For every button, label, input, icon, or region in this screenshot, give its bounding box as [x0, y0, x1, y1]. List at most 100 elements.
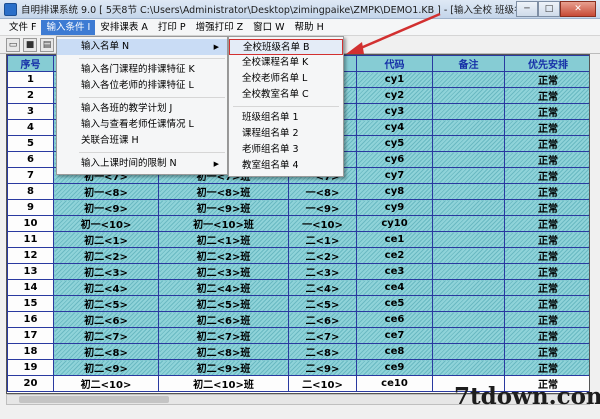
menu-enhanced-print[interactable]: 增强打印 Z	[191, 20, 249, 35]
cell-short-name[interactable]: 初二<10>	[53, 375, 159, 392]
cell-code[interactable]: cy4	[356, 119, 433, 136]
cell-priority[interactable]: 正常	[504, 263, 589, 280]
cell-priority[interactable]: 正常	[504, 359, 589, 376]
cell-note[interactable]	[432, 215, 505, 232]
cell-seq[interactable]: 5	[7, 135, 54, 152]
cell-abbrev[interactable]: 二<5>	[288, 295, 357, 312]
cell-seq[interactable]: 3	[7, 103, 54, 120]
cell-abbrev[interactable]: 二<2>	[288, 247, 357, 264]
cell-seq[interactable]: 7	[7, 167, 54, 184]
cell-abbrev[interactable]: 二<8>	[288, 343, 357, 360]
cell-seq[interactable]: 10	[7, 215, 54, 232]
cell-full-name[interactable]: 初一<9>班	[158, 199, 289, 216]
cell-full-name[interactable]: 初一<8>班	[158, 183, 289, 200]
cell-note[interactable]	[432, 199, 505, 216]
table-row[interactable]: 19 初二<9> 初二<9>班 二<9> ce9 正常	[7, 359, 589, 376]
cell-note[interactable]	[432, 71, 505, 88]
cell-code[interactable]: cy5	[356, 135, 433, 152]
cell-seq[interactable]: 15	[7, 295, 54, 312]
cell-priority[interactable]: 正常	[504, 183, 589, 200]
table-row[interactable]: 16 初二<6> 初二<6>班 二<6> ce6 正常	[7, 311, 589, 328]
cell-code[interactable]: ce8	[356, 343, 433, 360]
cell-note[interactable]	[432, 183, 505, 200]
cell-seq[interactable]: 13	[7, 263, 54, 280]
menu-file[interactable]: 文件 F	[4, 20, 41, 35]
cell-code[interactable]: cy2	[356, 87, 433, 104]
cell-note[interactable]	[432, 119, 505, 136]
menu-item-teacher-group-list[interactable]: 老师组名单 3	[229, 142, 343, 158]
cell-note[interactable]	[432, 343, 505, 360]
cell-seq[interactable]: 16	[7, 311, 54, 328]
maximize-button[interactable]: □	[538, 0, 560, 17]
menu-print[interactable]: 打印 P	[153, 20, 191, 35]
cell-priority[interactable]: 正常	[504, 119, 589, 136]
menu-item-school-course-list[interactable]: 全校课程名单 K	[229, 55, 343, 71]
table-row[interactable]: 9 初一<9> 初一<9>班 一<9> cy9 正常	[7, 199, 589, 216]
cell-code[interactable]: ce3	[356, 263, 433, 280]
cell-code[interactable]: ce2	[356, 247, 433, 264]
cell-priority[interactable]: 正常	[504, 87, 589, 104]
cell-full-name[interactable]: 初一<10>班	[158, 215, 289, 232]
cell-seq[interactable]: 9	[7, 199, 54, 216]
cell-note[interactable]	[432, 167, 505, 184]
cell-priority[interactable]: 正常	[504, 311, 589, 328]
table-row[interactable]: 13 初二<3> 初二<3>班 二<3> ce3 正常	[7, 263, 589, 280]
cell-abbrev[interactable]: 二<1>	[288, 231, 357, 248]
cell-full-name[interactable]: 初二<7>班	[158, 327, 289, 344]
cell-code[interactable]: cy6	[356, 151, 433, 168]
table-row[interactable]: 8 初一<8> 初一<8>班 一<8> cy8 正常	[7, 183, 589, 200]
minimize-button[interactable]: ─	[516, 0, 538, 17]
cell-short-name[interactable]: 初二<8>	[53, 343, 159, 360]
print-icon[interactable]: ▤	[40, 37, 54, 52]
table-row[interactable]: 12 初二<2> 初二<2>班 二<2> ce2 正常	[7, 247, 589, 264]
cell-note[interactable]	[432, 151, 505, 168]
cell-full-name[interactable]: 初二<10>班	[158, 375, 289, 392]
cell-abbrev[interactable]: 二<4>	[288, 279, 357, 296]
cell-abbrev[interactable]: 二<6>	[288, 311, 357, 328]
cell-full-name[interactable]: 初二<8>班	[158, 343, 289, 360]
cell-priority[interactable]: 正常	[504, 295, 589, 312]
cell-priority[interactable]: 正常	[504, 135, 589, 152]
cell-code[interactable]: cy1	[356, 71, 433, 88]
cell-short-name[interactable]: 初二<9>	[53, 359, 159, 376]
cell-seq[interactable]: 17	[7, 327, 54, 344]
cell-full-name[interactable]: 初二<6>班	[158, 311, 289, 328]
cell-priority[interactable]: 正常	[504, 103, 589, 120]
cell-abbrev[interactable]: 二<9>	[288, 359, 357, 376]
menu-item-classroom-group-list[interactable]: 教室组名单 4	[229, 158, 343, 174]
cell-short-name[interactable]: 初一<10>	[53, 215, 159, 232]
cell-priority[interactable]: 正常	[504, 167, 589, 184]
menu-item-input-list[interactable]: 输入名单 N ▶	[57, 39, 227, 55]
cell-priority[interactable]: 正常	[504, 343, 589, 360]
cell-abbrev[interactable]: 二<7>	[288, 327, 357, 344]
cell-seq[interactable]: 11	[7, 231, 54, 248]
header-code[interactable]: 代码	[356, 55, 433, 72]
cell-code[interactable]: cy9	[356, 199, 433, 216]
menu-item-teacher-assignments[interactable]: 输入与查看老师任课情况 L	[57, 117, 227, 133]
menu-item-course-features[interactable]: 输入各门课程的排课特征 K	[57, 62, 227, 78]
menu-input-conditions[interactable]: 输入条件 I	[41, 19, 96, 35]
cell-full-name[interactable]: 初二<9>班	[158, 359, 289, 376]
cell-short-name[interactable]: 初二<2>	[53, 247, 159, 264]
header-note[interactable]: 备注	[432, 55, 505, 72]
cell-code[interactable]: ce5	[356, 295, 433, 312]
cell-priority[interactable]: 正常	[504, 151, 589, 168]
cell-code[interactable]: cy10	[356, 215, 433, 232]
menu-item-school-class-list[interactable]: 全校班级名单 B	[229, 39, 343, 55]
table-row[interactable]: 11 初二<1> 初二<1>班 二<1> ce1 正常	[7, 231, 589, 248]
menu-item-class-group-list[interactable]: 班级组名单 1	[229, 110, 343, 126]
cell-note[interactable]	[432, 247, 505, 264]
cell-seq[interactable]: 4	[7, 119, 54, 136]
cell-seq[interactable]: 1	[7, 71, 54, 88]
cell-priority[interactable]: 正常	[504, 231, 589, 248]
cell-short-name[interactable]: 初二<6>	[53, 311, 159, 328]
table-row[interactable]: 10 初一<10> 初一<10>班 一<10> cy10 正常	[7, 215, 589, 232]
cell-short-name[interactable]: 初二<3>	[53, 263, 159, 280]
table-row[interactable]: 18 初二<8> 初二<8>班 二<8> ce8 正常	[7, 343, 589, 360]
cell-note[interactable]	[432, 295, 505, 312]
menu-item-time-limits[interactable]: 输入上课时间的限制 N ▶	[57, 156, 227, 172]
cell-note[interactable]	[432, 311, 505, 328]
cell-code[interactable]: cy7	[356, 167, 433, 184]
cell-short-name[interactable]: 初二<4>	[53, 279, 159, 296]
cell-note[interactable]	[432, 87, 505, 104]
